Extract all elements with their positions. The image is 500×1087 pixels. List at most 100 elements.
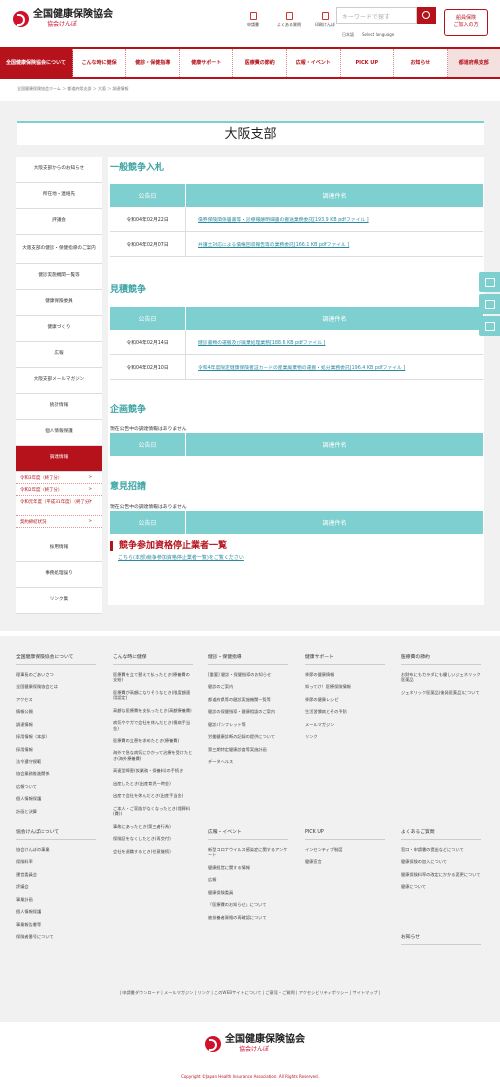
footer-link[interactable]: 季節の健康レシピ bbox=[305, 697, 385, 702]
footer-link[interactable]: 知ってけ！医療保険情報 bbox=[305, 684, 385, 689]
footer-link[interactable]: 法令遵守規範 bbox=[16, 759, 96, 764]
sidebar-item[interactable]: 採用情報 bbox=[16, 536, 102, 562]
footer-link[interactable]: 理事長のごあいさつ bbox=[16, 672, 96, 677]
footer-link[interactable]: 健康宣言 bbox=[305, 859, 385, 864]
site-logo[interactable]: 全国健康保険協会 協会けんぽ bbox=[13, 10, 113, 28]
footer-link[interactable]: 生活習慣病とその予防 bbox=[305, 709, 385, 714]
footer-heading[interactable]: 健康サポート bbox=[305, 655, 385, 665]
footer-link[interactable]: 健康保険料率の改定にかかる変更について bbox=[401, 872, 481, 877]
suspension-link[interactable]: こちら(本部)競争参加資格停止業者一覧)をご覧ください bbox=[118, 554, 244, 561]
footer-link[interactable]: 協会業務推進関係 bbox=[16, 771, 96, 776]
sidebar-subitem[interactable]: 令和元年度（平成31年度）（終了分） bbox=[16, 496, 102, 516]
footer-link[interactable]: 計画と決算 bbox=[16, 809, 96, 814]
footer-link[interactable]: 運営委員会 bbox=[16, 872, 96, 877]
footer-heading[interactable]: 医療費の節約 bbox=[401, 655, 481, 665]
footer-link[interactable]: 広報ついて bbox=[16, 784, 96, 789]
footer-link[interactable]: 医療費が高額になりそうなとき(限度額適用認定) bbox=[113, 690, 193, 701]
lang-japanese[interactable]: 日本語 bbox=[342, 32, 354, 38]
sidebar-item[interactable]: 健康づくり bbox=[16, 316, 102, 342]
footer-link[interactable]: 「医療費のお知らせ」について bbox=[208, 902, 288, 907]
footer-link[interactable]: 会社を退職するとき(任意継続) bbox=[113, 849, 193, 854]
footer-link[interactable]: リンク bbox=[305, 734, 385, 739]
faq-side-icon[interactable] bbox=[479, 294, 500, 314]
row-subject-link[interactable]: 令和4年度限定健康保険者証カードの産業廃棄物の運搬・処分業務委託[196.4 K… bbox=[186, 355, 483, 379]
footer-link[interactable]: 医療費を立て替えて払ったとき(療養費の支給) bbox=[113, 672, 193, 683]
footer-link[interactable]: 高額な医療費を支払ったとき(高額療養費) bbox=[113, 708, 193, 713]
search-side-icon[interactable] bbox=[479, 316, 500, 336]
nav-item[interactable]: 医療費の節約 bbox=[233, 49, 287, 77]
sidebar-item[interactable]: 個人情報保護 bbox=[16, 420, 102, 446]
footer-link[interactable]: 出産したとき(出産育児一時金) bbox=[113, 781, 193, 786]
footer-link[interactable]: 事業報告書等 bbox=[16, 922, 96, 927]
sidebar-item[interactable]: 健診実施機関一覧等 bbox=[16, 264, 102, 290]
language-select[interactable]: Select language bbox=[362, 32, 394, 38]
footer-heading[interactable]: 健診・保健指導 bbox=[208, 655, 288, 665]
row-subject-link[interactable]: 債券保険関係届書等・診療報酬明細書の搬送業務委託[193.9 KB pdfファイ… bbox=[186, 207, 483, 231]
footer-link[interactable]: 窓口・申請書の提出などについて bbox=[401, 847, 481, 852]
footer-link[interactable]: 健康保険の加入について bbox=[401, 859, 481, 864]
sidebar-item[interactable]: 調達情報 bbox=[16, 446, 102, 472]
footer-link[interactable]: ジェネリック医薬品(後発医薬品)について bbox=[401, 690, 481, 695]
nav-item[interactable]: 都道府県支部 bbox=[447, 49, 500, 77]
footer-link[interactable]: 健診のご案内 bbox=[208, 684, 288, 689]
footer-heading[interactable]: お知らせ bbox=[401, 935, 481, 945]
footer-heading[interactable]: こんな時に健保 bbox=[113, 655, 193, 665]
footer-link[interactable]: 労働健康診断の記録の提供について bbox=[208, 734, 288, 739]
footer-link[interactable]: 出産で会社を休んだとき(出産手当金) bbox=[113, 793, 193, 798]
footer-link[interactable]: 被扶養者資格の再確認について bbox=[208, 915, 288, 920]
seamen-insurance-button[interactable]: 船員保険 ご加入の方 bbox=[444, 9, 488, 36]
footer-heading[interactable]: よくあるご質問 bbox=[401, 830, 481, 840]
nav-item[interactable]: 健診・保健指導 bbox=[126, 49, 180, 77]
footer-link[interactable]: メールマガジン bbox=[305, 722, 385, 727]
footer-link[interactable]: 個人情報保護 bbox=[16, 909, 96, 914]
footer-link[interactable]: お財布にもカラダにも優しいジェネリック医薬品 bbox=[401, 672, 481, 683]
footer-link[interactable]: 新型コロナウイルス感染症に関するアンケート bbox=[208, 847, 288, 858]
footer-logo[interactable]: 全国健康保険協会 協会けんぽ bbox=[205, 1035, 305, 1053]
sidebar-subitem[interactable]: 契約締結状況 bbox=[16, 516, 102, 528]
row-subject-link[interactable]: 弁護士対応による債権回収報告等の業務委託[166.1 KB pdfファイル ] bbox=[186, 232, 483, 256]
footer-link[interactable]: [重要] 健診・保健指導のお知らせ bbox=[208, 672, 288, 677]
nav-item[interactable]: 広報・イベント bbox=[287, 49, 341, 77]
sidebar-item[interactable]: 事務処理誤り bbox=[16, 562, 102, 588]
footer-links-bar[interactable]: | 申請書ダウンロード | メールマガジン | リンク | このWEBサイトにつ… bbox=[0, 990, 500, 996]
footer-link[interactable]: 協会けんぽの事業 bbox=[16, 847, 96, 852]
footer-link[interactable]: 評議会 bbox=[16, 884, 96, 889]
footer-link[interactable]: 採用情報 bbox=[16, 747, 96, 752]
sidebar-item[interactable]: 大阪支部の健診・保健指導のご案内 bbox=[16, 235, 102, 264]
sidebar-item[interactable]: 健康保険委員 bbox=[16, 290, 102, 316]
footer-link[interactable]: データヘルス bbox=[208, 759, 288, 764]
footer-link[interactable]: 保険者番号について bbox=[16, 934, 96, 939]
footer-link[interactable]: 第三期特定健康診査等実施計画 bbox=[208, 747, 288, 752]
search-button[interactable] bbox=[417, 7, 436, 24]
footer-link[interactable]: 広報 bbox=[208, 877, 288, 882]
form-side-icon[interactable] bbox=[479, 272, 500, 292]
footer-link[interactable]: 保険証をなくしたとき(再交付) bbox=[113, 836, 193, 841]
footer-link[interactable]: 都道府県等の健診実施機関一覧等 bbox=[208, 697, 288, 702]
footer-link[interactable]: 高速型障害(仮業務・保養料)の手続き bbox=[113, 768, 193, 773]
sidebar-item[interactable]: リンク集 bbox=[16, 588, 102, 614]
footer-link[interactable]: 事業計画 bbox=[16, 897, 96, 902]
footer-link[interactable]: 健康保険委員 bbox=[208, 890, 288, 895]
nav-item[interactable]: こんな時に健保 bbox=[73, 49, 127, 77]
sidebar-item[interactable]: 広報 bbox=[16, 342, 102, 368]
faq-link[interactable]: よくある質問 bbox=[274, 12, 304, 28]
row-subject-link[interactable]: 健診書類の運搬及び廃棄処理業務[188.6 KB pdfファイル ] bbox=[186, 330, 483, 354]
sidebar-item[interactable]: 評議会 bbox=[16, 209, 102, 235]
footer-link[interactable]: ご本人・ご家族がなくなったとき(埋葬料(費)) bbox=[113, 806, 193, 817]
footer-heading[interactable]: 協会けんぽについて bbox=[16, 830, 96, 840]
footer-link[interactable]: 健診パンフレット等 bbox=[208, 722, 288, 727]
footer-link[interactable]: 個人情報保護 bbox=[16, 796, 96, 801]
footer-link[interactable]: 事故にあったとき(第三者行為) bbox=[113, 824, 193, 829]
sidebar-item[interactable]: 大阪支部メールマガジン bbox=[16, 368, 102, 394]
footer-link[interactable]: 保険料率 bbox=[16, 859, 96, 864]
footer-link[interactable]: インセンティブ制度 bbox=[305, 847, 385, 852]
search-input[interactable]: キーワードで探す bbox=[336, 7, 417, 24]
sidebar-subitem[interactable]: 令和2年度（終了分） bbox=[16, 484, 102, 496]
sidebar-item[interactable]: 統計情報 bbox=[16, 394, 102, 420]
footer-link[interactable]: 全国健康保険協会とは bbox=[16, 684, 96, 689]
form-download-link[interactable]: 申請書 bbox=[238, 12, 268, 28]
footer-link[interactable]: 健診の保健指導・健康相談のご案内 bbox=[208, 709, 288, 714]
footer-heading[interactable]: 広報・イベント bbox=[208, 830, 288, 840]
footer-link[interactable]: 海外で急な病気にかかって治療を受けたとき(海外療養費) bbox=[113, 750, 193, 761]
footer-link[interactable]: 採用情報（本部） bbox=[16, 734, 96, 739]
